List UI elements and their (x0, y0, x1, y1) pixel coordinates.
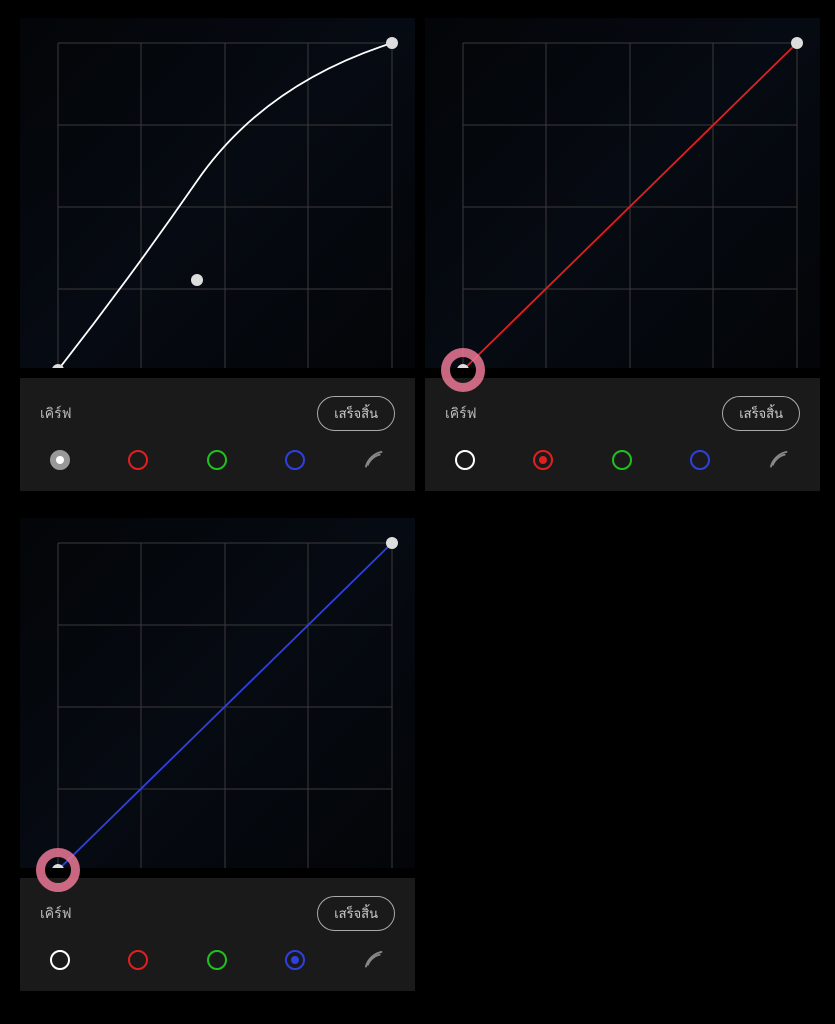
reset-curve-icon[interactable] (363, 949, 385, 971)
channel-white[interactable] (50, 950, 70, 970)
reset-curve-icon[interactable] (768, 449, 790, 471)
channel-green[interactable] (207, 950, 227, 970)
curve-handle-end[interactable] (386, 37, 398, 49)
curve-svg-red (425, 18, 820, 368)
channel-red[interactable] (128, 950, 148, 970)
curve-handle-end[interactable] (386, 537, 398, 549)
curve-svg-blue (20, 518, 415, 868)
curve-handle-start[interactable] (52, 864, 64, 868)
curve-canvas-white[interactable] (20, 18, 415, 368)
curve-handle-mid[interactable] (191, 274, 203, 286)
channel-red[interactable] (533, 450, 553, 470)
curve-handle-end[interactable] (791, 37, 803, 49)
curves-panel-red: เคิร์ฟ เสร็จสิ้น (425, 18, 820, 491)
curve-canvas-blue[interactable] (20, 518, 415, 868)
curves-label: เคิร์ฟ (445, 403, 477, 425)
channel-selector (40, 949, 395, 971)
grid-lines (58, 43, 392, 368)
channel-blue[interactable] (285, 950, 305, 970)
controls-bar: เคิร์ฟ เสร็จสิ้น (425, 378, 820, 491)
curve-handle-start[interactable] (457, 364, 469, 368)
channel-red[interactable] (128, 450, 148, 470)
channel-selector (40, 449, 395, 471)
done-button[interactable]: เสร็จสิ้น (317, 396, 395, 431)
curve-canvas-red[interactable] (425, 18, 820, 368)
channel-green[interactable] (612, 450, 632, 470)
done-button[interactable]: เสร็จสิ้น (722, 396, 800, 431)
curves-label: เคิร์ฟ (40, 903, 72, 925)
channel-blue[interactable] (690, 450, 710, 470)
controls-bar: เคิร์ฟ เสร็จสิ้น (20, 378, 415, 491)
channel-white[interactable] (50, 450, 70, 470)
channel-white[interactable] (455, 450, 475, 470)
channel-green[interactable] (207, 450, 227, 470)
controls-bar: เคิร์ฟ เสร็จสิ้น (20, 878, 415, 991)
channel-selector (445, 449, 800, 471)
curves-panel-blue: เคิร์ฟ เสร็จสิ้น (20, 518, 415, 991)
curves-panel-white: เคิร์ฟ เสร็จสิ้น (20, 18, 415, 491)
curves-label: เคิร์ฟ (40, 403, 72, 425)
curve-svg-white (20, 18, 415, 368)
reset-curve-icon[interactable] (363, 449, 385, 471)
channel-blue[interactable] (285, 450, 305, 470)
done-button[interactable]: เสร็จสิ้น (317, 896, 395, 931)
